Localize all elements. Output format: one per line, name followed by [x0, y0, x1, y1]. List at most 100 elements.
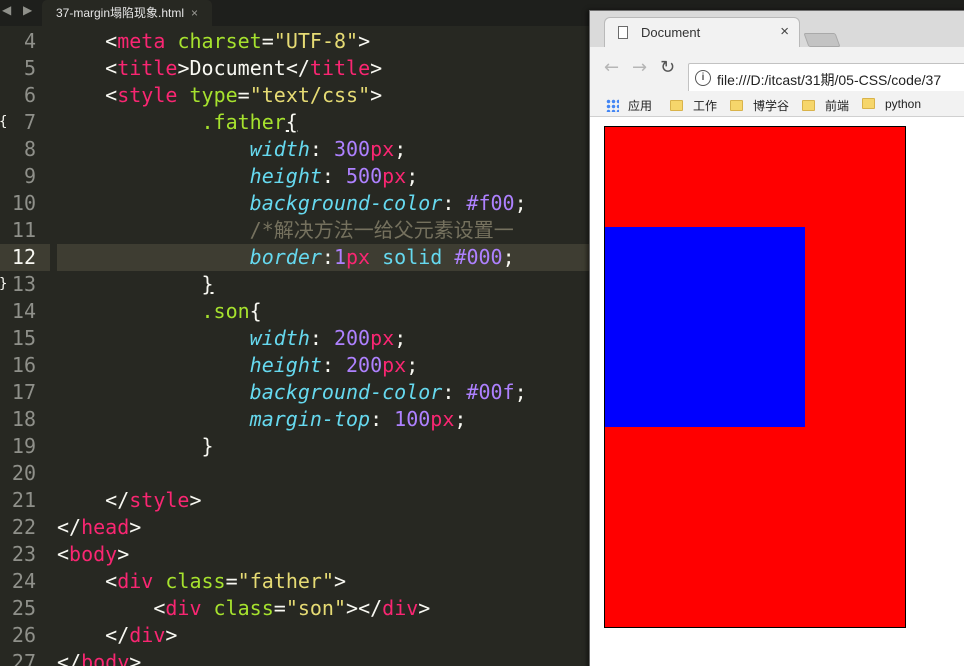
code-token: : [442, 380, 467, 404]
code-token: ; [394, 326, 407, 350]
code-token: div [382, 596, 419, 620]
code-token: px [346, 245, 371, 269]
code-token: < [105, 569, 118, 593]
code-token: "text/css" [249, 83, 371, 107]
code-token: = [225, 569, 238, 593]
code-token: > [129, 515, 142, 539]
line-number: 7{ [0, 109, 50, 136]
folder-icon [862, 98, 875, 109]
code-token: < [105, 56, 118, 80]
code-token: : [321, 245, 334, 269]
code-token: div [129, 623, 166, 647]
code-token: #000 [454, 245, 503, 269]
code-token: ; [406, 353, 419, 377]
code-token: < [153, 596, 166, 620]
bookmark-folder[interactable]: 前端 [802, 97, 849, 114]
bookmark-apps[interactable]: 应用 [606, 97, 652, 114]
editor-tab-label: 37-margin塌陷现象.html [56, 6, 185, 20]
new-tab-button[interactable] [803, 33, 841, 47]
code-token: > [370, 83, 383, 107]
line-number: 24 [11, 569, 36, 593]
code-token: .son [201, 299, 250, 323]
page-viewport [590, 118, 964, 666]
code-token: : [370, 407, 395, 431]
line-number: 6 [23, 83, 36, 107]
code-token: div [117, 569, 154, 593]
code-token: </ [57, 650, 82, 666]
code-token: meta [117, 29, 166, 53]
bookmark-folder[interactable]: 工作 [670, 97, 717, 114]
code-token: height [249, 164, 322, 188]
code-token: = [237, 83, 250, 107]
line-number: 11 [11, 218, 36, 242]
code-token: < [105, 29, 118, 53]
code-token: px [370, 137, 395, 161]
code-token: ; [502, 245, 515, 269]
line-number: 26 [11, 623, 36, 647]
folder-icon [802, 100, 815, 111]
line-number: 18 [11, 407, 36, 431]
bookmark-label: 前端 [825, 99, 850, 113]
line-number: 16 [11, 353, 36, 377]
line-number: 4 [23, 29, 36, 53]
code-token: ; [514, 380, 527, 404]
code-token: px [382, 164, 407, 188]
browser-tab-document[interactable]: Document × [604, 17, 800, 47]
apps-grid-icon [606, 99, 619, 112]
bookmark-label: python [885, 97, 922, 111]
folder-icon [670, 100, 683, 111]
code-token: ; [514, 191, 527, 215]
code-token: : [321, 164, 346, 188]
line-number: 9 [23, 164, 36, 188]
editor-file-tab[interactable]: 37-margin塌陷现象.html × [42, 0, 212, 26]
tab-nav-arrows-icon[interactable]: ◀ ▶ [2, 3, 36, 17]
bookmark-folder[interactable]: 博学谷 [730, 97, 789, 114]
code-token: charset [177, 29, 262, 53]
code-token: > [358, 29, 371, 53]
code-token: > [370, 56, 383, 80]
code-token: > [333, 569, 347, 593]
close-icon[interactable]: × [780, 23, 789, 40]
code-token: px [430, 407, 455, 431]
code-token: } [201, 434, 214, 458]
code-token: ></ [346, 596, 383, 620]
line-number: 8 [23, 137, 36, 161]
code-token: > [189, 488, 202, 512]
code-token: < [57, 542, 70, 566]
line-number: 10 [11, 191, 36, 215]
code-token: background-color [249, 380, 443, 404]
code-token: px [370, 326, 395, 350]
code-token: : [321, 353, 346, 377]
fold-marker-icon[interactable]: { [0, 109, 7, 136]
code-token: px [382, 353, 407, 377]
code-token: > [177, 56, 190, 80]
browser-window: Document × ← → ↻ i file:///D:/itcast/31期… [589, 10, 964, 666]
bookmark-folder[interactable]: python [862, 97, 921, 111]
line-number: 14 [11, 299, 36, 323]
forward-arrow-icon[interactable]: → [632, 57, 647, 78]
url-text[interactable]: file:///D:/itcast/31期/05-CSS/code/37 [717, 70, 941, 90]
address-bar[interactable]: i file:///D:/itcast/31期/05-CSS/code/37 [688, 63, 964, 93]
line-number: 25 [11, 596, 36, 620]
code-token: </ [105, 488, 130, 512]
close-icon[interactable]: × [191, 0, 198, 26]
reload-icon[interactable]: ↻ [660, 57, 675, 78]
code-token: #f00 [466, 191, 515, 215]
back-arrow-icon[interactable]: ← [604, 57, 619, 78]
fold-marker-icon[interactable]: } [0, 271, 7, 298]
line-number-gutter: 4 5 67{8 9 10 111213}14 15 16 17 18 19 20 21 22 23 24 25… [0, 28, 50, 666]
info-icon[interactable]: i [695, 70, 711, 86]
